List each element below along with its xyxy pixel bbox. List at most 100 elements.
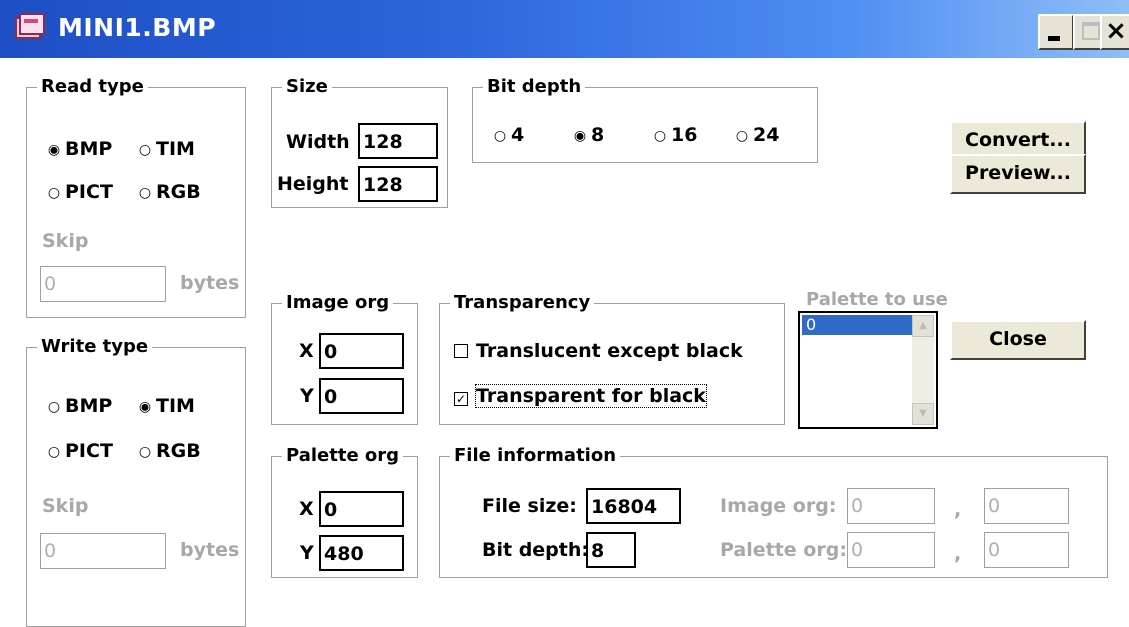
app-icon: [15, 13, 45, 39]
palette-listbox[interactable]: 0 ▲ ▼: [798, 311, 938, 429]
minimize-button[interactable]: [1038, 14, 1074, 50]
image-org-legend: Image org: [282, 292, 394, 313]
scroll-up-icon[interactable]: ▲: [912, 315, 934, 337]
file-information-legend: File information: [450, 445, 621, 466]
radio-off-icon: ○: [138, 142, 152, 158]
palette-org-y-label: Y: [300, 542, 314, 564]
read-type-rgb-radio[interactable]: ○ RGB: [138, 181, 201, 203]
file-size-label: File size:: [482, 495, 577, 517]
transparent-checkbox[interactable]: ✓ Transparent for black: [454, 384, 707, 408]
transparency-group: Transparency Translucent except black ✓ T…: [439, 292, 785, 425]
read-type-pict-label: PICT: [65, 181, 113, 203]
bit-depth-info-field: 8: [586, 532, 636, 568]
write-type-tim-label: TIM: [156, 395, 195, 417]
palette-org-x-input[interactable]: 0: [319, 491, 404, 527]
read-type-tim-radio: ○ TIM: [138, 138, 195, 160]
write-type-pict-label: PICT: [65, 440, 113, 462]
write-type-bmp-label: BMP: [65, 395, 113, 417]
info-palette-org-label: Palette org:: [720, 539, 847, 561]
palette-org-x-label: X: [299, 498, 314, 520]
radio-off-icon: ○: [653, 128, 667, 144]
dialog-content: Read type ◉ BMP ○ TIM ○ PICT ○ RGB Skip 0 by…: [0, 58, 1129, 627]
info-image-org-label: Image org:: [720, 495, 837, 517]
file-size-field: 16804: [586, 488, 681, 524]
radio-off-icon: ○: [47, 185, 61, 201]
radio-off-icon: ○: [138, 444, 152, 460]
bit-depth-legend: Bit depth: [483, 76, 586, 97]
info-palette-org-y-field: 0: [984, 532, 1069, 568]
size-legend: Size: [282, 76, 332, 97]
checkbox-empty-icon: [454, 344, 468, 358]
radio-off-icon: ○: [493, 128, 507, 144]
info-palette-org-separator: ,: [954, 543, 962, 565]
minimize-icon: [1048, 36, 1060, 41]
read-skip-input: 0: [40, 266, 166, 302]
write-skip-input: 0: [40, 533, 166, 569]
read-bytes-label: bytes: [180, 272, 240, 294]
bit-depth-info-label: Bit depth:: [482, 539, 589, 561]
palette-org-y-input[interactable]: 480: [319, 535, 404, 571]
width-input[interactable]: 128: [358, 123, 438, 159]
height-input[interactable]: 128: [358, 166, 438, 202]
translucent-label: Translucent except black: [476, 340, 743, 362]
radio-on-icon: ◉: [138, 399, 152, 415]
read-type-pict-radio: ○ PICT: [47, 181, 113, 203]
height-label: Height: [277, 173, 349, 195]
transparent-label: Transparent for black: [475, 384, 707, 408]
bit-depth-16-label: 16: [671, 124, 698, 146]
transparency-legend: Transparency: [450, 292, 595, 313]
bit-depth-8-label: 8: [591, 124, 605, 146]
scroll-down-icon[interactable]: ▼: [912, 403, 934, 425]
title-bar[interactable]: MINI1.BMP ×: [0, 0, 1129, 58]
info-image-org-x-field: 0: [847, 488, 935, 524]
write-type-rgb-radio[interactable]: ○ RGB: [138, 440, 201, 462]
radio-off-icon: ○: [735, 128, 749, 144]
close-button[interactable]: Close: [950, 320, 1086, 360]
bit-depth-4-label: 4: [511, 124, 525, 146]
close-icon: ×: [1105, 16, 1127, 46]
width-label: Width: [286, 131, 350, 153]
palette-to-use-label: Palette to use: [806, 289, 948, 310]
image-org-y-input[interactable]: 0: [319, 378, 404, 414]
radio-off-icon: ○: [47, 444, 61, 460]
bit-depth-24-radio[interactable]: ○ 24: [735, 124, 780, 146]
image-org-y-label: Y: [300, 385, 314, 407]
read-type-bmp-label: BMP: [65, 138, 113, 160]
radio-off-icon: ○: [47, 399, 61, 415]
bit-depth-group: Bit depth ○ 4 ◉ 8 ○ 16 ○ 24: [472, 76, 818, 163]
checkmark-icon: ✓: [454, 392, 468, 406]
read-skip-label: Skip: [42, 230, 89, 252]
read-type-tim-label: TIM: [156, 138, 195, 160]
image-org-x-label: X: [299, 340, 314, 362]
read-type-rgb-label: RGB: [156, 181, 201, 203]
read-type-group: Read type ◉ BMP ○ TIM ○ PICT ○ RGB Skip 0 by…: [26, 76, 246, 318]
radio-on-icon: ◉: [573, 128, 587, 144]
bit-depth-24-label: 24: [753, 124, 780, 146]
read-type-bmp-radio[interactable]: ◉ BMP: [47, 138, 112, 160]
info-image-org-y-field: 0: [984, 488, 1069, 524]
radio-on-icon: ◉: [47, 142, 61, 158]
palette-list-item[interactable]: 0: [802, 315, 912, 335]
write-skip-label: Skip: [42, 495, 89, 517]
palette-org-legend: Palette org: [282, 445, 404, 466]
write-type-rgb-label: RGB: [156, 440, 201, 462]
window-title: MINI1.BMP: [58, 13, 217, 42]
bit-depth-8-radio[interactable]: ◉ 8: [573, 124, 604, 146]
write-type-tim-radio[interactable]: ◉ TIM: [138, 395, 195, 417]
info-palette-org-x-field: 0: [847, 532, 935, 568]
radio-off-icon: ○: [138, 185, 152, 201]
write-type-group: Write type ○ BMP ◉ TIM ○ PICT ○ RGB Skip 0 b…: [26, 336, 246, 627]
file-information-group: File information File size: 16804 Bit de…: [439, 445, 1108, 578]
bit-depth-16-radio[interactable]: ○ 16: [653, 124, 698, 146]
preview-button[interactable]: Preview...: [950, 154, 1086, 194]
write-type-legend: Write type: [37, 336, 153, 357]
palette-org-group: Palette org X 0 Y 480: [271, 445, 418, 578]
write-type-bmp-radio[interactable]: ○ BMP: [47, 395, 112, 417]
image-org-x-input[interactable]: 0: [319, 333, 404, 369]
bit-depth-4-radio[interactable]: ○ 4: [493, 124, 524, 146]
palette-scrollbar[interactable]: ▲ ▼: [912, 315, 934, 425]
write-bytes-label: bytes: [180, 539, 240, 561]
write-type-pict-radio[interactable]: ○ PICT: [47, 440, 113, 462]
close-window-button[interactable]: ×: [1100, 14, 1129, 50]
translucent-checkbox[interactable]: Translucent except black: [454, 340, 743, 362]
